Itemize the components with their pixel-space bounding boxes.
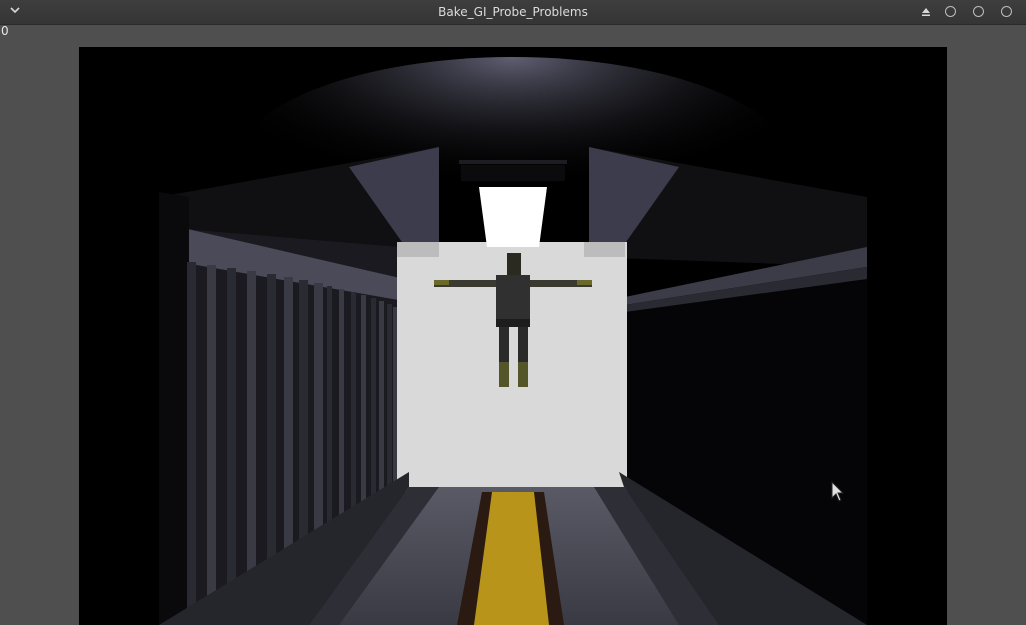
close-button[interactable] bbox=[1001, 6, 1012, 17]
railing-bar bbox=[299, 280, 308, 571]
minimize-button[interactable] bbox=[945, 6, 956, 17]
railing-bar bbox=[371, 298, 376, 517]
railing-bar bbox=[284, 277, 293, 580]
maximize-button[interactable] bbox=[973, 6, 984, 17]
mouse-cursor-icon bbox=[831, 481, 845, 503]
railing-bar bbox=[387, 304, 392, 499]
railing-bar bbox=[227, 268, 236, 607]
railing-bar bbox=[247, 271, 256, 598]
frame-counter: 0 bbox=[1, 24, 9, 38]
eject-icon[interactable] bbox=[919, 5, 933, 19]
corridor-scene bbox=[159, 57, 867, 625]
application-window: Bake_GI_Probe_Problems 0 bbox=[0, 0, 1026, 625]
railing-bar bbox=[314, 283, 323, 562]
title-bar[interactable]: Bake_GI_Probe_Problems bbox=[0, 0, 1026, 25]
railing-bar bbox=[361, 295, 366, 526]
railing-bar bbox=[379, 301, 384, 508]
window-title: Bake_GI_Probe_Problems bbox=[438, 5, 588, 19]
railing-bar bbox=[327, 286, 332, 553]
railing-bar bbox=[207, 265, 216, 616]
railing-bar bbox=[187, 262, 196, 625]
railing-bar bbox=[339, 289, 344, 544]
game-viewport[interactable] bbox=[79, 47, 947, 625]
railing-bar bbox=[351, 292, 356, 535]
railing-bar bbox=[267, 274, 276, 589]
